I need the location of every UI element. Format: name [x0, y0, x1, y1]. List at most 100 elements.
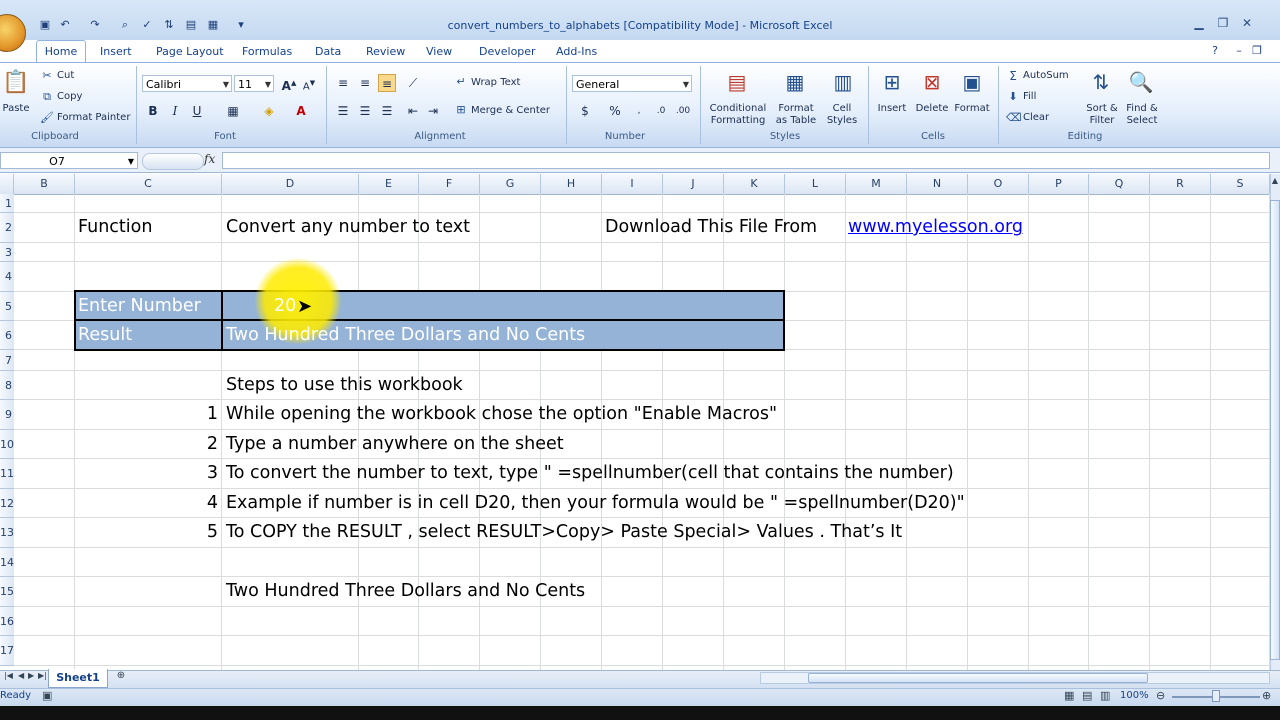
restore-icon[interactable]: ❐: [1212, 14, 1234, 32]
tab-page-layout[interactable]: Page Layout: [156, 42, 224, 62]
column-header-g[interactable]: G: [480, 174, 541, 194]
row-header-3[interactable]: 3: [0, 243, 14, 262]
column-header-h[interactable]: H: [541, 174, 602, 194]
comma-style-icon[interactable]: ,: [630, 102, 648, 120]
align-center-icon[interactable]: ☰: [356, 102, 374, 120]
font-size-combo[interactable]: 11 ▼: [234, 75, 274, 92]
cut-button[interactable]: Cut: [57, 70, 74, 81]
cell-styles-button[interactable]: Cell Styles: [822, 103, 862, 127]
column-header-l[interactable]: L: [785, 174, 846, 194]
cell-c6[interactable]: Result: [78, 325, 132, 345]
cell-d9[interactable]: While opening the workbook chose the opt…: [226, 404, 777, 424]
customize-qat-icon[interactable]: ▾: [234, 18, 248, 32]
font-name-combo[interactable]: Calibri ▼: [142, 75, 232, 92]
increase-indent-icon[interactable]: ⇥: [424, 102, 442, 120]
cell-d15[interactable]: Two Hundred Three Dollars and No Cents: [226, 581, 585, 601]
redo-icon[interactable]: ↷: [88, 18, 102, 32]
number-format-combo[interactable]: General ▼: [572, 75, 692, 92]
fill-button[interactable]: Fill: [1023, 91, 1036, 102]
font-color-icon[interactable]: A: [292, 102, 310, 120]
form-icon[interactable]: ▤: [184, 18, 198, 32]
fill-color-icon[interactable]: ◈: [260, 102, 278, 120]
row-header-4[interactable]: 4: [0, 262, 14, 292]
formula-bar-splitter[interactable]: [142, 153, 204, 170]
paste-icon[interactable]: 📋: [2, 70, 30, 95]
cell-d13[interactable]: To COPY the RESULT , select RESULT>Copy>…: [226, 522, 902, 542]
cell-c5[interactable]: Enter Number: [78, 296, 201, 316]
sort-filter-button[interactable]: Sort & Filter: [1082, 103, 1122, 127]
last-sheet-icon[interactable]: ▶|: [38, 671, 47, 680]
grow-font-icon[interactable]: A▲: [280, 74, 298, 93]
find-select-button[interactable]: Find & Select: [1120, 103, 1164, 127]
zoom-level[interactable]: 100%: [1120, 690, 1149, 701]
copy-button[interactable]: Copy: [57, 91, 82, 102]
align-right-icon[interactable]: ☰: [378, 102, 396, 120]
row-header-5[interactable]: 5: [0, 292, 14, 321]
column-header-f[interactable]: F: [419, 174, 480, 194]
tab-insert[interactable]: Insert: [100, 42, 132, 62]
cell-d8[interactable]: Steps to use this workbook: [226, 375, 463, 395]
help-icon[interactable]: ?: [1208, 44, 1222, 58]
formula-input[interactable]: [222, 152, 1270, 169]
cell-c10[interactable]: 2: [150, 434, 218, 454]
cell-c11[interactable]: 3: [150, 463, 218, 483]
row-header-7[interactable]: 7: [0, 350, 14, 371]
ribbon-minimize-icon[interactable]: –: [1232, 44, 1246, 58]
delete-cells-button[interactable]: Delete: [914, 103, 950, 115]
cell-d11[interactable]: To convert the number to text, type " =s…: [226, 463, 954, 483]
format-as-table-button[interactable]: Format as Table: [772, 103, 820, 127]
tab-review[interactable]: Review: [366, 42, 405, 62]
horizontal-scroll-thumb[interactable]: [808, 673, 1148, 683]
row-header-12[interactable]: 12: [0, 489, 14, 518]
tab-formulas[interactable]: Formulas: [242, 42, 292, 62]
orientation-icon[interactable]: ⟋: [404, 74, 422, 92]
underline-button[interactable]: U: [188, 102, 206, 120]
tab-developer[interactable]: Developer: [479, 42, 536, 62]
merge-center-button[interactable]: Merge & Center: [471, 105, 550, 116]
clear-button[interactable]: Clear: [1023, 112, 1049, 123]
column-header-j[interactable]: J: [663, 174, 724, 194]
select-all-corner[interactable]: [0, 174, 14, 194]
row-header-13[interactable]: 13: [0, 518, 14, 548]
column-header-s[interactable]: S: [1211, 174, 1270, 194]
scroll-up-icon[interactable]: ▲: [1270, 176, 1280, 185]
row-header-8[interactable]: 8: [0, 371, 14, 400]
row-header-2[interactable]: 2: [0, 213, 14, 243]
paste-button[interactable]: Paste: [0, 103, 32, 115]
column-header-b[interactable]: B: [14, 174, 75, 194]
cell-d5[interactable]: 20: [274, 296, 296, 316]
prev-sheet-icon[interactable]: ◀: [18, 671, 24, 680]
increase-decimal-icon[interactable]: .0: [652, 102, 670, 120]
column-header-r[interactable]: R: [1150, 174, 1211, 194]
vertical-scroll-thumb[interactable]: [1270, 200, 1280, 660]
row-header-17[interactable]: 17: [0, 636, 14, 666]
zoom-slider-thumb[interactable]: [1212, 690, 1220, 702]
wrap-text-button[interactable]: Wrap Text: [471, 77, 520, 88]
sort-icon[interactable]: ⇅: [162, 18, 176, 32]
minimize-icon[interactable]: ▁: [1188, 14, 1210, 32]
row-header-16[interactable]: 16: [0, 607, 14, 636]
insert-cells-button[interactable]: Insert: [874, 103, 910, 115]
borders-icon[interactable]: ▦: [224, 102, 242, 120]
row-header-14[interactable]: 14: [0, 548, 14, 577]
cell-c13[interactable]: 5: [150, 522, 218, 542]
page-break-view-icon[interactable]: ▥: [1100, 689, 1110, 702]
row-header-1[interactable]: 1: [0, 194, 14, 213]
column-header-o[interactable]: O: [968, 174, 1029, 194]
format-painter-button[interactable]: Format Painter: [57, 112, 130, 123]
cell-c12[interactable]: 4: [150, 493, 218, 513]
row-header-11[interactable]: 11: [0, 459, 14, 489]
name-box[interactable]: O7 ▼: [0, 152, 138, 169]
column-header-m[interactable]: M: [846, 174, 907, 194]
spelling-icon[interactable]: ✓: [140, 18, 154, 32]
insert-sheet-icon[interactable]: ⊕: [112, 670, 130, 684]
percent-button[interactable]: %: [606, 102, 624, 120]
column-header-c[interactable]: C: [75, 174, 222, 194]
next-sheet-icon[interactable]: ▶: [28, 671, 34, 680]
sheet-tab-sheet1[interactable]: Sheet1: [48, 669, 108, 688]
align-middle-icon[interactable]: ≡: [356, 74, 374, 92]
cell-d12[interactable]: Example if number is in cell D20, then y…: [226, 493, 965, 513]
row-header-10[interactable]: 10: [0, 430, 14, 459]
cell-d10[interactable]: Type a number anywhere on the sheet: [226, 434, 564, 454]
cell-c9[interactable]: 1: [150, 404, 218, 424]
